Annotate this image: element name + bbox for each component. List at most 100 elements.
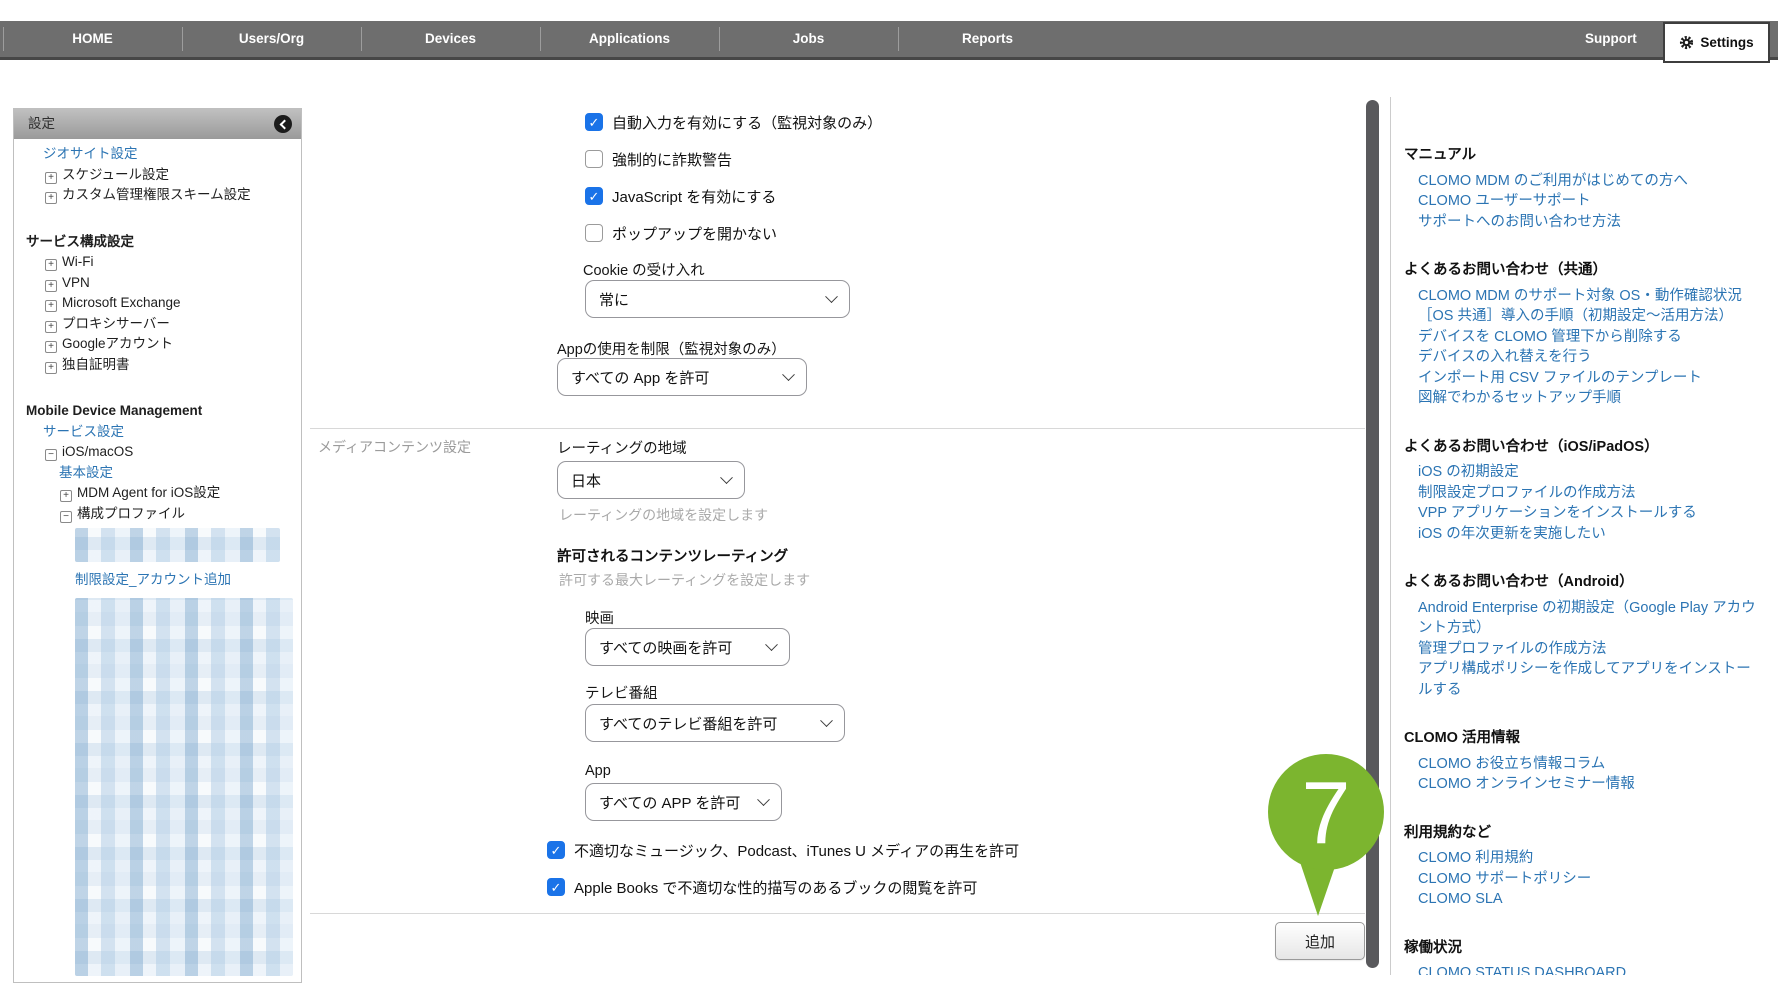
checkbox-label: 自動入力を有効にする（監視対象のみ） (612, 112, 882, 133)
sidebar-tree-item[interactable]: ジオサイト設定 (14, 144, 301, 165)
checkbox[interactable] (547, 878, 565, 896)
tree-expand-icon[interactable]: + (45, 341, 57, 353)
apps-value: すべての APP を許可 (599, 792, 740, 813)
cookie-accept-select[interactable]: 常に (585, 280, 850, 318)
sidebar-tree-item[interactable]: + MDM Agent for iOS設定 (14, 483, 301, 504)
add-button[interactable]: 追加 (1275, 922, 1365, 960)
sidebar-tree-item[interactable]: 制限設定_アカウント追加 (14, 570, 301, 591)
checkbox[interactable] (585, 224, 603, 242)
rating-region-select[interactable]: 日本 (557, 461, 745, 499)
help-item[interactable]: CLOMO STATUS DASHBOARD (1404, 963, 1760, 975)
nav-item[interactable]: Devices (361, 21, 540, 57)
tree-expand-icon[interactable]: − (60, 511, 72, 523)
nav-item-label: HOME (72, 31, 113, 46)
help-item[interactable]: CLOMO MDM のサポート対象 OS・動作確認状況 (1404, 286, 1760, 307)
help-item[interactable]: サポートへのお問い合わせ方法 (1404, 212, 1760, 233)
help-item[interactable]: CLOMO サポートポリシー (1404, 869, 1760, 890)
cookie-accept-value: 常に (599, 289, 629, 310)
sidebar-tree-item[interactable]: +プロキシサーバー (14, 314, 301, 335)
sidebar-tree-item[interactable]: +カスタム管理権限スキーム設定 (14, 185, 301, 206)
help-item[interactable]: iOS の初期設定 (1404, 462, 1760, 483)
browser-checkbox-group: 自動入力を有効にする（監視対象のみ） 強制的に詐欺警告 JavaScript を… (585, 113, 882, 261)
sidebar-tree-item (75, 598, 293, 976)
movies-select[interactable]: すべての映画を許可 (585, 628, 790, 666)
nav-item[interactable]: Users/Org (182, 21, 361, 57)
step-badge-number: 7 (1302, 763, 1351, 862)
help-item[interactable]: VPP アプリケーションをインストールする (1404, 503, 1760, 524)
nav-item-support[interactable]: Support (1585, 21, 1637, 57)
checkbox[interactable] (547, 841, 565, 859)
help-item: よくあるお問い合わせ（iOS/iPadOS） (1404, 437, 1760, 458)
help-item[interactable]: 制限設定プロファイルの作成方法 (1404, 483, 1760, 504)
help-item[interactable]: CLOMO SLA (1404, 889, 1760, 910)
help-item[interactable]: CLOMO オンラインセミナー情報 (1404, 774, 1760, 795)
nav-item-label: Applications (589, 31, 670, 46)
tree-expand-icon[interactable]: + (45, 259, 57, 271)
chevron-down-icon (765, 638, 778, 651)
sidebar-tree-item[interactable]: + VPN (14, 273, 301, 294)
sidebar-tree-item[interactable]: サービス設定 (14, 422, 301, 443)
apps-select[interactable]: すべての APP を許可 (585, 783, 782, 821)
help-item[interactable]: CLOMO 利用規約 (1404, 848, 1760, 869)
nav-item[interactable]: HOME (3, 21, 182, 57)
sidebar-tree-label: iOS/macOS (62, 444, 133, 459)
checkbox-label: ポップアップを開かない (612, 223, 777, 244)
help-item[interactable]: 図解でわかるセットアップ手順 (1404, 388, 1760, 409)
profile-form: 自動入力を有効にする（監視対象のみ） 強制的に詐欺警告 JavaScript を… (310, 97, 1365, 977)
sidebar-tree-label: MDM Agent for iOS設定 (77, 485, 220, 500)
top-navbar: HOME Users/Org Devices Applications Jobs… (0, 21, 1778, 60)
tree-expand-icon[interactable]: + (45, 192, 57, 204)
sidebar-tree-item[interactable]: +Wi-Fi (14, 252, 301, 273)
checkbox-label: JavaScript を有効にする (612, 186, 776, 207)
tree-expand-icon[interactable]: + (45, 362, 57, 374)
checkbox[interactable] (585, 150, 603, 168)
nav-item[interactable]: Reports (898, 21, 1077, 57)
sidebar-tree-item[interactable]: −iOS/macOS (14, 442, 301, 463)
help-item[interactable]: CLOMO お役立ち情報コラム (1404, 754, 1760, 775)
sidebar-tree-item[interactable]: 基本設定 (14, 463, 301, 484)
sidebar-tree-item[interactable]: +Microsoft Exchange (14, 293, 301, 314)
cookie-accept-label: Cookie の受け入れ (583, 259, 705, 280)
checkbox-label: 不適切なミュージック、Podcast、iTunes U メディアの再生を許可 (574, 840, 1019, 861)
help-item[interactable]: iOS の年次更新を実施したい (1404, 524, 1760, 545)
help-item[interactable]: Android Enterprise の初期設定（Google Play アカウ… (1404, 598, 1760, 639)
check-icon (551, 844, 562, 857)
help-item[interactable]: ［OS 共通］導入の手順（初期設定～活用方法） (1404, 306, 1760, 327)
help-item: 稼働状況 (1404, 938, 1760, 959)
checkbox[interactable] (585, 187, 603, 205)
sidebar-tree-label: VPN (62, 275, 90, 290)
tree-expand-icon[interactable]: + (45, 172, 57, 184)
sidebar-tree-item[interactable]: −構成プロファイル (14, 504, 301, 525)
collapse-sidebar-button[interactable] (274, 115, 292, 133)
sidebar-tree-item[interactable]: +Googleアカウント (14, 334, 301, 355)
sidebar-tree-label: 制限設定_アカウント追加 (75, 572, 231, 587)
tree-expand-icon[interactable]: + (45, 280, 57, 292)
sidebar-tree-item[interactable]: Mobile Device Management (14, 401, 301, 422)
help-item[interactable]: 管理プロファイルの作成方法 (1404, 639, 1760, 660)
sidebar-tree-label: スケジュール設定 (62, 167, 169, 182)
tv-select[interactable]: すべてのテレビ番組を許可 (585, 704, 845, 742)
nav-item[interactable]: Applications (540, 21, 719, 57)
checkbox[interactable] (585, 113, 603, 131)
checkbox-label: Apple Books で不適切な性的描写のあるブックの閲覧を許可 (574, 877, 977, 898)
tab-settings[interactable]: Settings (1663, 22, 1770, 63)
sidebar-tree-item[interactable]: サービス構成設定 (14, 232, 301, 253)
nav-item[interactable]: Jobs (719, 21, 898, 57)
tree-expand-icon[interactable]: + (60, 490, 72, 502)
help-item[interactable]: デバイスを CLOMO 管理下から削除する (1404, 327, 1760, 348)
app-restrict-value: すべての App を許可 (571, 367, 709, 388)
tree-expand-icon[interactable]: − (45, 449, 57, 461)
help-item[interactable]: インポート用 CSV ファイルのテンプレート (1404, 368, 1760, 389)
movies-label: 映画 (585, 607, 614, 628)
help-item[interactable]: CLOMO MDM のご利用がはじめての方へ (1404, 171, 1760, 192)
help-item[interactable]: デバイスの入れ替えを行う (1404, 347, 1760, 368)
tree-expand-icon[interactable]: + (45, 321, 57, 333)
help-item[interactable]: アプリ構成ポリシーを作成してアプリをインストールする (1404, 659, 1760, 700)
chevron-down-icon (820, 714, 833, 727)
rating-region-value: 日本 (571, 470, 601, 491)
sidebar-tree-item[interactable]: +独自証明書 (14, 355, 301, 376)
help-item[interactable]: CLOMO ユーザーサポート (1404, 191, 1760, 212)
app-restrict-select[interactable]: すべての App を許可 (557, 358, 807, 396)
sidebar-tree-item[interactable]: + スケジュール設定 (14, 165, 301, 186)
tree-expand-icon[interactable]: + (45, 300, 57, 312)
